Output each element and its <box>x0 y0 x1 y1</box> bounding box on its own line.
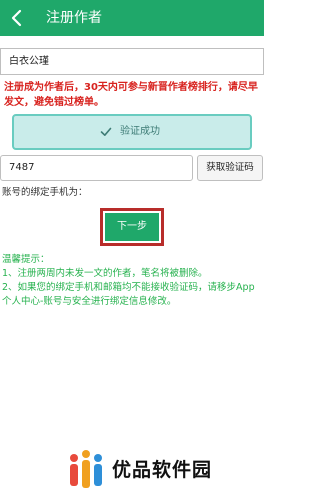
watermark-logo: 优品软件园 <box>56 447 256 495</box>
tips-title: 温馨提示： <box>2 254 50 265</box>
check-icon <box>100 127 112 136</box>
get-code-button[interactable]: 获取验证码 <box>197 155 263 181</box>
pen-name-input[interactable]: 白衣公瑾 <box>0 48 264 75</box>
tip-item: 2、如果您的绑定手机和邮箱均不能接收验证码，请移步App个人中心-账号与安全进行… <box>2 282 255 307</box>
verification-code-input[interactable]: 7487 <box>0 155 193 181</box>
tip-item: 1、注册两周内未发一文的作者，笔名将被删除。 <box>2 268 208 279</box>
chevron-left-icon[interactable] <box>8 8 26 28</box>
next-step-button[interactable]: 下一步 <box>103 211 161 243</box>
app-header: 注册作者 <box>0 0 264 36</box>
watermark-text: 优品软件园 <box>112 459 213 481</box>
next-button-highlight: 下一步 <box>100 208 164 246</box>
tips-section: 温馨提示： 1、注册两周内未发一文的作者，笔名将被删除。 2、如果您的绑定手机和… <box>2 253 260 309</box>
bound-phone-label: 账号的绑定手机为： <box>2 187 88 198</box>
watermark-figures-icon <box>70 450 102 488</box>
verification-status-box: 验证成功 <box>12 114 252 150</box>
verification-status-label: 验证成功 <box>120 126 160 137</box>
registration-notice: 注册成为作者后，30天内可参与新晋作者榜排行，请尽早发文，避免错过榜单。 <box>4 82 258 108</box>
page-title: 注册作者 <box>46 10 102 26</box>
